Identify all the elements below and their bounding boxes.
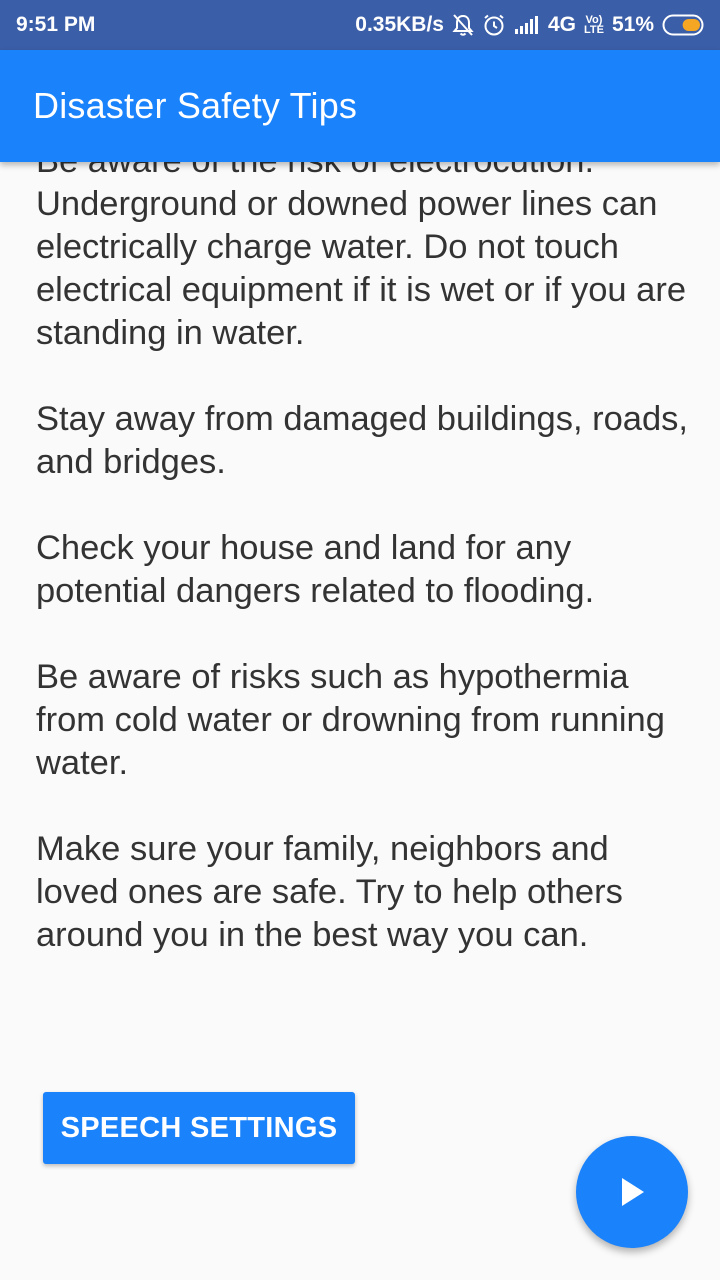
battery-fill [682, 19, 700, 31]
tip-text: Check your house and land for any potent… [36, 529, 595, 610]
volte-indicator: Vo) LTE [584, 15, 604, 36]
tip-text: Be aware of risks such as hypothermia fr… [36, 658, 665, 782]
speech-settings-button[interactable]: SPEECH SETTINGS [43, 1092, 355, 1164]
alarm-clock-icon [482, 13, 506, 37]
tips-scroll-area[interactable]: Be aware of the risk of electrocution. U… [0, 162, 720, 1042]
tips-list: Be aware of the risk of electrocution. U… [36, 162, 696, 1000]
network-type: 4G [547, 13, 576, 36]
play-icon [622, 1178, 644, 1206]
battery-percent: 51% [611, 13, 654, 36]
signal-icon [514, 15, 540, 35]
status-time: 9:51 PM [16, 13, 96, 36]
tip-text: Stay away from damaged buildings, roads,… [36, 400, 689, 481]
tip-text: Be aware of the risk of electrocution. U… [36, 162, 687, 352]
net-speed: 0.35KB/s [355, 13, 444, 36]
volte-bottom: LTE [584, 24, 604, 36]
battery-icon [662, 14, 706, 36]
alarm-muted-icon [452, 13, 474, 37]
status-bar: 9:51 PM 0.35KB/s 4G Vo) LTE 51% [0, 0, 720, 50]
status-icons: 0.35KB/s 4G Vo) LTE 51% [355, 13, 706, 37]
app-title: Disaster Safety Tips [33, 85, 358, 126]
play-button[interactable] [576, 1136, 688, 1248]
tip-text: Make sure your family, neighbors and lov… [36, 830, 623, 954]
app-bar: Disaster Safety Tips [0, 50, 720, 162]
